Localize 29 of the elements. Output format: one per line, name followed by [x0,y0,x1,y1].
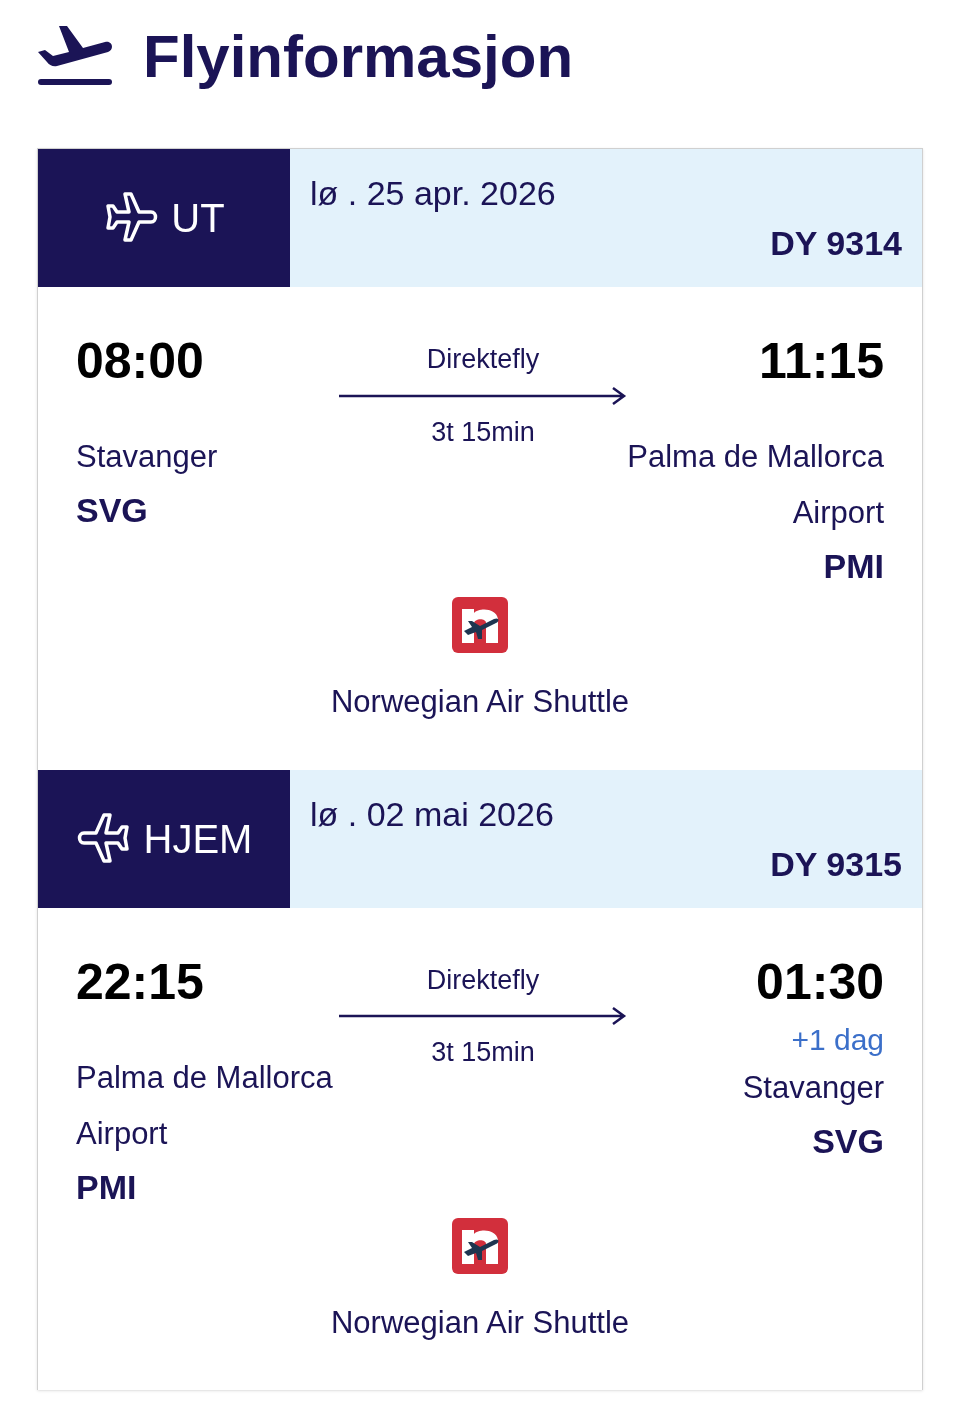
arrival-time: 01:30 [756,952,884,1012]
airline-logo [452,597,508,653]
arrival-city: Stavanger [742,1068,884,1107]
arrival-code: SVG [812,1120,884,1162]
departure-city: Stavanger [76,438,219,476]
flight-number: DY 9314 [770,223,902,263]
arrival-city: Palma de Mallorca Airport [626,438,884,532]
departure-time: 08:00 [76,332,205,391]
flight-date: lø . 25 apr. 2026 [310,173,557,213]
departure-code: PMI [76,1166,138,1208]
route-type: Direktefly [426,343,540,376]
flight-date: lø . 02 mai 2026 [310,793,555,834]
departure-code: SVG [76,490,149,531]
arrival-code: PMI [823,546,884,587]
airline-name: Norwegian Air Shuttle [330,683,630,721]
direction-label: HJEM [143,815,253,863]
departure-city: Palma de Mallorca Airport [76,1058,334,1153]
route-type: Direktefly [426,963,540,997]
departure-time: 22:15 [76,952,205,1012]
page-title: Flyinformasjon [143,24,574,90]
flight-duration: 3t 15min [431,1036,535,1069]
direction-label: UT [171,195,225,242]
flight-duration: 3t 15min [431,415,535,449]
airline-name: Norwegian Air Shuttle [330,1303,630,1342]
day-offset: +1 dag [791,1021,884,1058]
airline-logo [452,1217,508,1274]
takeoff-icon [37,24,113,86]
arrival-time: 11:15 [758,332,884,391]
flight-number: DY 9315 [770,843,902,884]
